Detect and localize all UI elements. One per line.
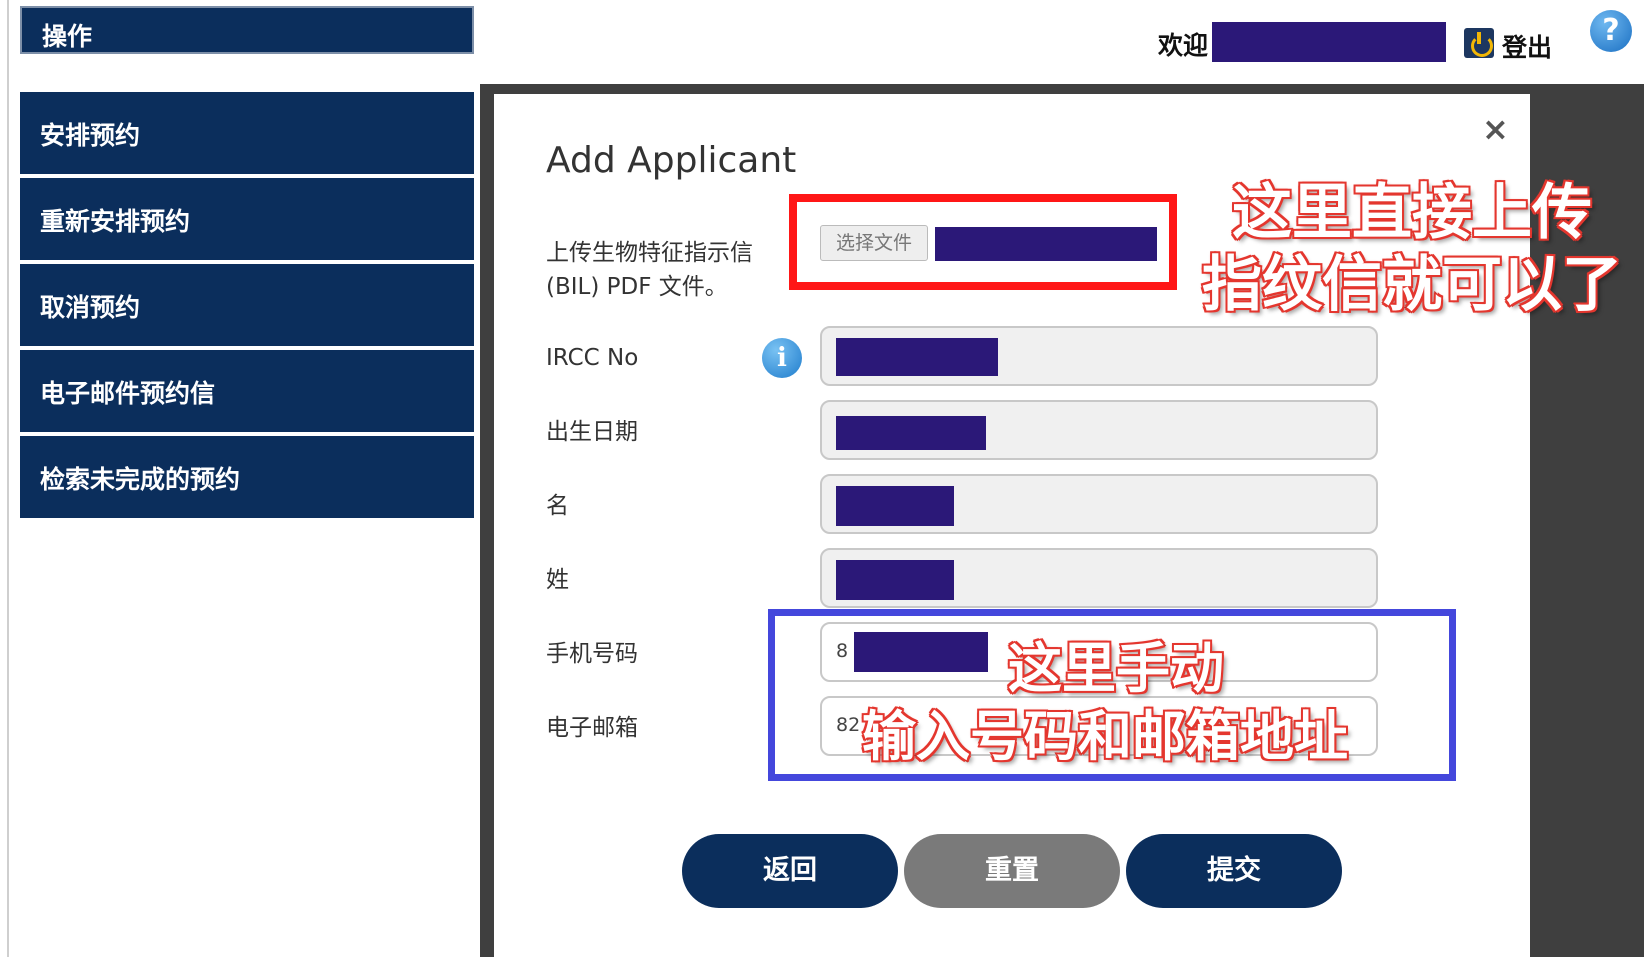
ircc-input[interactable] xyxy=(820,326,1378,386)
annotation-red-box xyxy=(789,194,1177,290)
last-name-input[interactable] xyxy=(820,548,1378,608)
sidebar-header: 操作 xyxy=(20,6,474,54)
sidebar-item-retrieve-incomplete[interactable]: 检索未完成的预约 xyxy=(20,436,474,518)
redacted-username xyxy=(1212,22,1446,62)
power-icon[interactable] xyxy=(1464,28,1494,58)
dob-label: 出生日期 xyxy=(546,419,638,445)
bil-label-line2: (BIL) PDF 文件。 xyxy=(546,274,728,300)
dob-input[interactable] xyxy=(820,400,1378,460)
back-button[interactable]: 返回 xyxy=(682,834,898,908)
last-name-label: 姓 xyxy=(546,567,569,593)
bil-label-line1: 上传生物特征指示信 xyxy=(546,240,753,266)
logout-link[interactable]: 登出 xyxy=(1502,28,1552,64)
redacted-first-name xyxy=(836,486,954,526)
sidebar-item-cancel[interactable]: 取消预约 xyxy=(20,264,474,346)
phone-label: 手机号码 xyxy=(546,641,638,667)
left-border xyxy=(7,0,9,957)
annotation-manual-line2: 输入号码和邮箱地址 xyxy=(861,704,1350,770)
question-icon[interactable]: ? xyxy=(1590,10,1632,52)
redacted-last-name xyxy=(836,560,954,600)
close-icon[interactable]: × xyxy=(1482,110,1509,148)
ircc-label: IRCC No xyxy=(546,345,639,371)
info-icon[interactable]: i xyxy=(762,338,802,378)
page: 操作 安排预约 重新安排预约 取消预约 电子邮件预约信 检索未完成的预约 欢迎 … xyxy=(0,0,1644,957)
first-name-label: 名 xyxy=(546,493,569,519)
redacted-ircc xyxy=(836,338,998,376)
redacted-dob xyxy=(836,416,986,450)
sidebar-item-reschedule[interactable]: 重新安排预约 xyxy=(20,178,474,260)
first-name-input[interactable] xyxy=(820,474,1378,534)
welcome-label: 欢迎 xyxy=(1158,31,1209,60)
sidebar-item-schedule[interactable]: 安排预约 xyxy=(20,92,474,174)
sidebar-menu: 安排预约 重新安排预约 取消预约 电子邮件预约信 检索未完成的预约 xyxy=(20,92,474,522)
reset-button[interactable]: 重置 xyxy=(904,834,1120,908)
sidebar-item-email-letter[interactable]: 电子邮件预约信 xyxy=(20,350,474,432)
modal-title: Add Applicant xyxy=(546,140,797,181)
submit-button[interactable]: 提交 xyxy=(1126,834,1342,908)
email-label: 电子邮箱 xyxy=(546,715,638,741)
annotation-upload-line2: 指纹信就可以了 xyxy=(1201,249,1624,322)
